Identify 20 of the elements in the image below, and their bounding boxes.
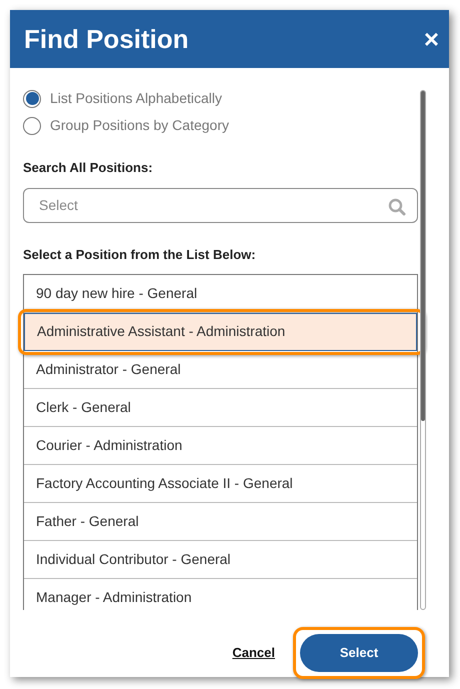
search-field[interactable]: Select [23, 188, 418, 224]
close-button[interactable]: × [420, 26, 443, 52]
radio-label: List Positions Alphabetically [50, 89, 222, 108]
radio-button[interactable] [23, 90, 41, 108]
search-label: Search All Positions: [23, 159, 154, 177]
list-label: Select a Position from the List Below: [23, 246, 257, 264]
scrollbar[interactable] [420, 90, 426, 610]
radio-label: Group Positions by Category [50, 116, 229, 135]
position-item[interactable]: Administrator - General [24, 350, 417, 389]
cancel-link[interactable]: Cancel [232, 643, 275, 663]
position-item[interactable]: Clerk - General [24, 388, 417, 427]
search-icon [388, 198, 406, 216]
position-item[interactable]: Father - General [24, 502, 417, 541]
position-item[interactable]: Factory Accounting Associate II - General [24, 464, 417, 503]
dialog-title: Find Position [24, 22, 189, 56]
radio-button[interactable] [23, 116, 41, 134]
position-item[interactable]: Courier - Administration [24, 426, 417, 465]
position-item[interactable]: Individual Contributor - General [24, 540, 417, 579]
position-item[interactable]: Manager - Administration [24, 578, 417, 610]
select-button[interactable]: Select [300, 634, 418, 672]
